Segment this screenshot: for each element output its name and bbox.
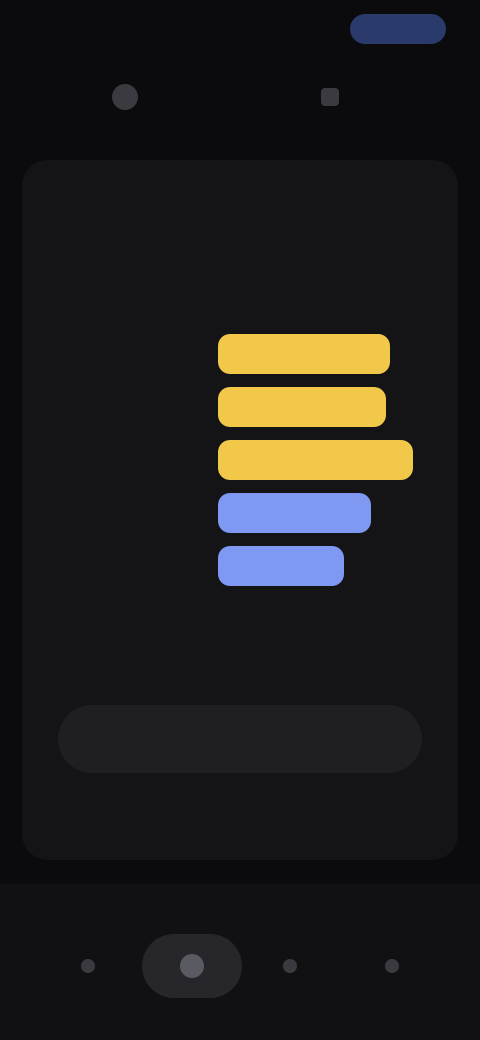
circle-icon bbox=[81, 959, 95, 973]
top-nav bbox=[0, 62, 480, 132]
action-icon bbox=[321, 88, 339, 106]
bar-fill bbox=[218, 546, 344, 586]
status-pill bbox=[350, 14, 446, 44]
bar-row bbox=[22, 330, 458, 374]
bar-row bbox=[22, 436, 458, 480]
tab-4[interactable] bbox=[372, 934, 412, 998]
bar-fill bbox=[218, 387, 386, 427]
back-icon bbox=[112, 84, 138, 110]
main-card bbox=[22, 160, 458, 860]
bar-fill bbox=[218, 334, 390, 374]
bar-fill bbox=[218, 440, 413, 480]
bar-row bbox=[22, 489, 458, 533]
primary-button[interactable] bbox=[58, 705, 422, 773]
status-bar bbox=[0, 0, 480, 56]
circle-icon bbox=[385, 959, 399, 973]
home-icon bbox=[180, 954, 204, 978]
bottom-navigation bbox=[0, 884, 480, 1040]
tab-home[interactable] bbox=[142, 934, 242, 998]
tab-3[interactable] bbox=[270, 934, 310, 998]
bar-fill bbox=[218, 493, 371, 533]
circle-icon bbox=[283, 959, 297, 973]
bar-row bbox=[22, 542, 458, 586]
nav-action-button[interactable] bbox=[260, 72, 410, 122]
back-button[interactable] bbox=[70, 72, 190, 122]
bar-row bbox=[22, 383, 458, 427]
bar-list bbox=[22, 330, 458, 610]
tab-1[interactable] bbox=[68, 934, 108, 998]
